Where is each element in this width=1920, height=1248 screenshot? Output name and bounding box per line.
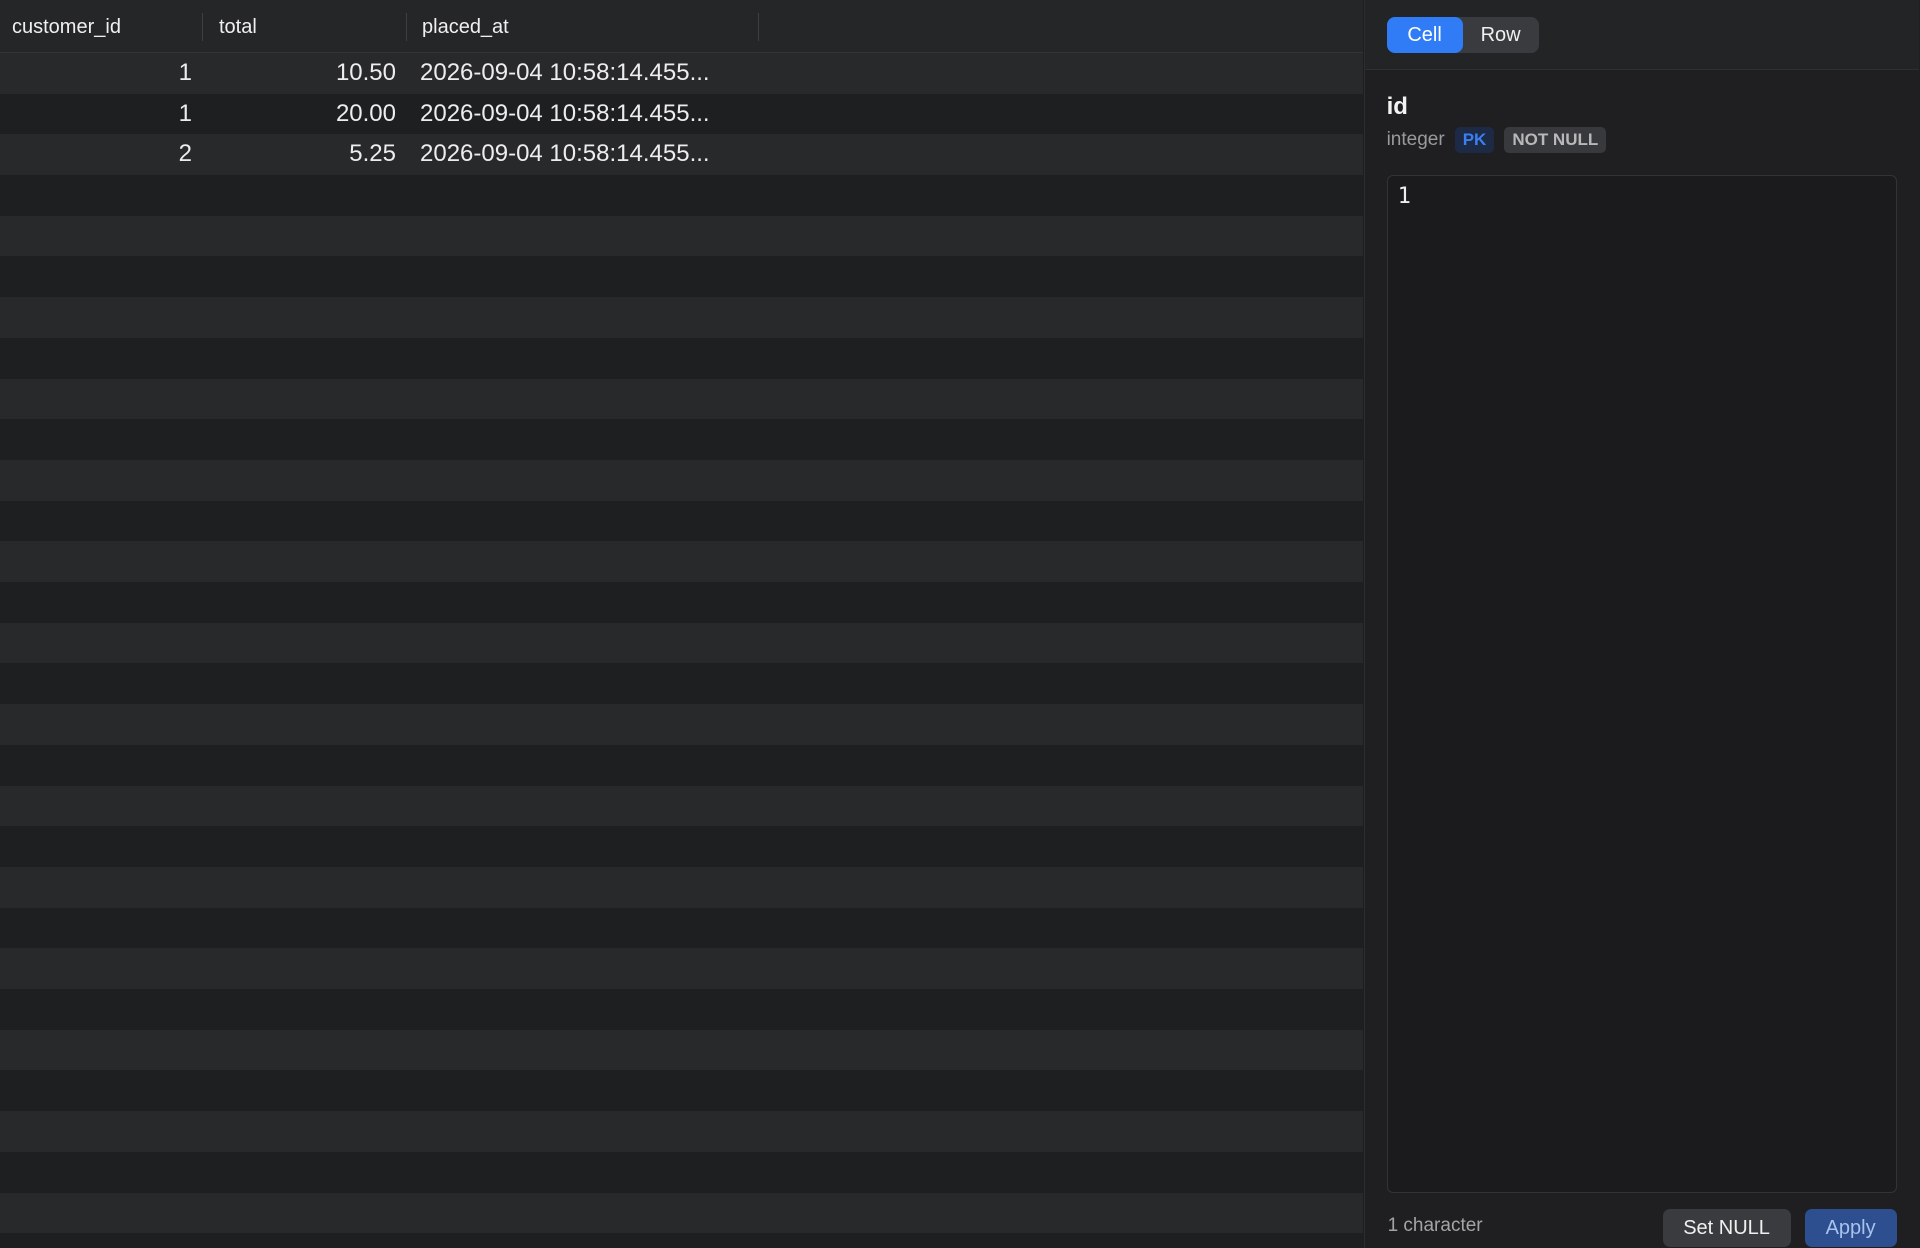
cell-placed-at[interactable]: 2026-09-04 10:58:14.455... xyxy=(420,53,710,94)
not-null-badge: NOT NULL xyxy=(1504,127,1607,153)
column-resize-handle[interactable] xyxy=(758,13,759,41)
column-resize-handle[interactable] xyxy=(406,13,407,41)
empty-row xyxy=(0,826,1363,867)
empty-row xyxy=(0,744,1363,786)
empty-row xyxy=(0,1233,1363,1248)
apply-button[interactable]: Apply xyxy=(1804,1209,1897,1247)
empty-row xyxy=(0,378,1363,420)
column-header-total[interactable]: total xyxy=(219,0,257,53)
cell-customer-id[interactable]: 1 xyxy=(0,53,192,94)
empty-row xyxy=(0,663,1363,705)
character-count: 1 character xyxy=(1387,1215,1483,1236)
empty-row xyxy=(0,256,1363,298)
empty-row xyxy=(0,500,1363,542)
grid-header: customer_id total placed_at xyxy=(0,0,1363,53)
grid-rows: 1 10.50 2026-09-04 10:58:14.455... 1 20.… xyxy=(0,53,1363,1248)
field-type: integer xyxy=(1386,129,1445,150)
results-grid: customer_id total placed_at 1 10.50 2026… xyxy=(0,0,1363,1248)
cell-total[interactable]: 10.50 xyxy=(210,53,396,94)
empty-row xyxy=(0,1151,1363,1193)
table-row[interactable]: 1 10.50 2026-09-04 10:58:14.455... xyxy=(0,53,1363,94)
cell-value-editor[interactable]: 1 xyxy=(1386,175,1897,1193)
tab-row[interactable]: Row xyxy=(1463,17,1539,53)
field-name: id xyxy=(1386,93,1408,120)
cell-customer-id[interactable]: 1 xyxy=(0,94,192,135)
table-row[interactable]: 1 20.00 2026-09-04 10:58:14.455... xyxy=(0,93,1363,135)
empty-row xyxy=(0,337,1363,379)
cell-value-text: 1 xyxy=(1397,184,1411,209)
empty-row xyxy=(0,867,1363,908)
column-resize-handle[interactable] xyxy=(202,13,203,41)
inspector-footer: 1 character Set NULL Apply xyxy=(1365,1205,1919,1248)
tab-cell[interactable]: Cell xyxy=(1386,17,1463,53)
cell-placed-at[interactable]: 2026-09-04 10:58:14.455... xyxy=(420,94,710,135)
empty-row xyxy=(0,989,1363,1030)
cell-inspector: Cell Row id integer PK NOT NULL 1 1 char… xyxy=(1364,0,1920,1248)
empty-row xyxy=(0,1070,1363,1112)
empty-row xyxy=(0,907,1363,949)
inspector-mode-segmented-control: Cell Row xyxy=(1386,17,1539,53)
cell-total[interactable]: 5.25 xyxy=(210,134,396,175)
cell-total[interactable]: 20.00 xyxy=(210,94,396,135)
inspector-toolbar: Cell Row xyxy=(1364,0,1919,70)
empty-row xyxy=(0,419,1363,460)
empty-row xyxy=(0,297,1363,338)
empty-row xyxy=(0,175,1363,216)
empty-row xyxy=(0,1192,1363,1234)
table-row[interactable]: 2 5.25 2026-09-04 10:58:14.455... xyxy=(0,134,1363,176)
empty-row xyxy=(0,582,1363,623)
primary-key-badge: PK xyxy=(1454,127,1495,153)
empty-row xyxy=(0,541,1363,583)
cell-placed-at[interactable]: 2026-09-04 10:58:14.455... xyxy=(420,134,710,175)
empty-row xyxy=(0,1029,1363,1071)
field-meta: integer PK NOT NULL xyxy=(1387,126,1607,154)
empty-row xyxy=(0,460,1363,501)
set-null-button[interactable]: Set NULL xyxy=(1662,1209,1791,1247)
empty-row xyxy=(0,1111,1363,1152)
column-header-placed-at[interactable]: placed_at xyxy=(422,0,509,53)
empty-row xyxy=(0,622,1363,664)
empty-row xyxy=(0,215,1363,257)
empty-row xyxy=(0,785,1363,827)
app-window: customer_id total placed_at 1 10.50 2026… xyxy=(0,0,1920,1248)
column-header-customer-id[interactable]: customer_id xyxy=(12,0,121,53)
empty-row xyxy=(0,704,1363,745)
cell-customer-id[interactable]: 2 xyxy=(0,134,192,175)
empty-row xyxy=(0,948,1363,990)
